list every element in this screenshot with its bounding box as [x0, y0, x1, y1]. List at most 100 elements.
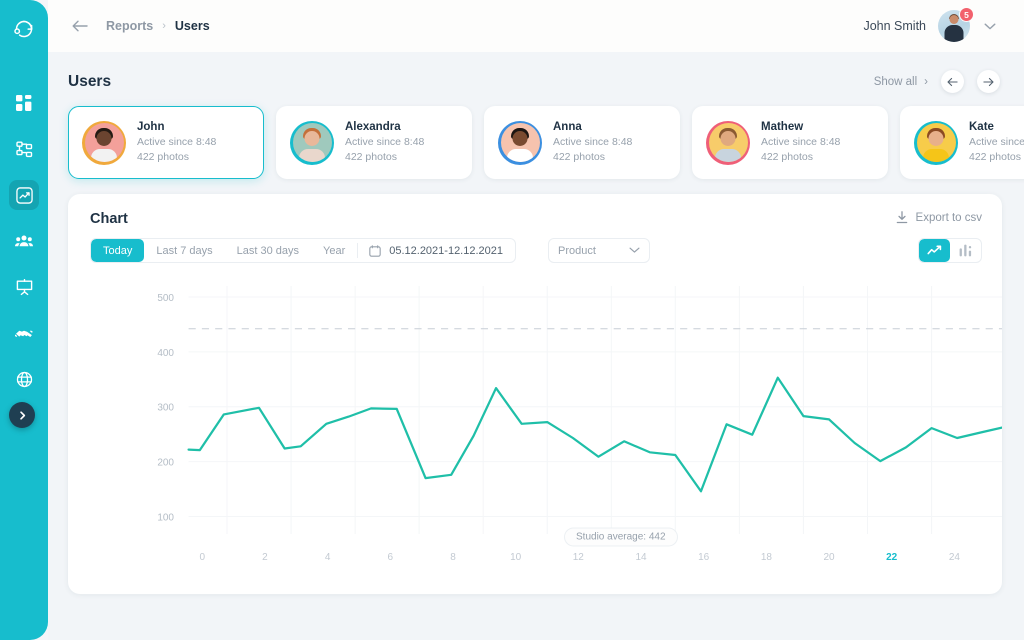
- avatar-body: [715, 149, 741, 162]
- chart-title: Chart: [90, 211, 128, 227]
- sidebar-item-presentation[interactable]: [9, 272, 39, 302]
- x-axis-tick-label: 16: [698, 552, 710, 563]
- main-column: Reports › Users John Smith 5: [48, 0, 1024, 640]
- sidebar-item-users[interactable]: [9, 226, 39, 256]
- avatar-body: [507, 149, 533, 162]
- refresh-circle-logo[interactable]: [7, 12, 41, 46]
- chart-panel: Chart Export to csv Today Last 7 days La…: [68, 194, 1002, 594]
- back-button[interactable]: [70, 16, 90, 36]
- date-range-picker[interactable]: 05.12.2021-12.12.2021: [358, 239, 515, 262]
- user-card-active-since: Active since 8:48: [137, 135, 216, 150]
- avatar[interactable]: 5: [938, 10, 970, 42]
- avatar-head: [97, 131, 112, 146]
- avatar-head: [950, 15, 959, 24]
- user-card-photos: 422 photos: [553, 150, 632, 165]
- show-all-chevron-icon: ›: [924, 76, 928, 88]
- range-option-today[interactable]: Today: [91, 239, 144, 262]
- user-card-photos: 422 photos: [761, 150, 840, 165]
- sidebar-item-partners[interactable]: [9, 318, 39, 348]
- user-menu-button[interactable]: [982, 18, 998, 34]
- user-card-active-since: Active since 8:48: [345, 135, 424, 150]
- bar-chart-toggle[interactable]: [950, 239, 981, 262]
- sidebar-item-globe[interactable]: [9, 364, 39, 394]
- product-select[interactable]: Product: [548, 238, 650, 263]
- page-title: Users: [68, 73, 111, 91]
- user-cards-carousel: JohnActive since 8:48422 photosAlexandra…: [68, 106, 1002, 179]
- breadcrumb-current: Users: [175, 19, 210, 33]
- arrow-left-icon: [947, 77, 958, 87]
- users-section-header: Users Show all ›: [68, 52, 1002, 93]
- export-csv-button[interactable]: Export to csv: [896, 211, 982, 224]
- users-header-controls: Show all ›: [874, 70, 1000, 93]
- carousel-next-button[interactable]: [977, 70, 1000, 93]
- user-card-active-since: Active since 8:48: [553, 135, 632, 150]
- avatar-image: [709, 123, 748, 162]
- range-option-last-7-days[interactable]: Last 7 days: [144, 239, 224, 262]
- user-card[interactable]: KateActive since 8:48422 photos: [900, 106, 1024, 179]
- user-card[interactable]: AnnaActive since 8:48422 photos: [484, 106, 680, 179]
- x-axis-tick-label: 8: [450, 552, 456, 563]
- user-card-avatar: [82, 121, 126, 165]
- sidebar-nav: [0, 88, 48, 394]
- sidebar: [0, 0, 48, 640]
- sidebar-item-flowchart[interactable]: [9, 134, 39, 164]
- user-card-photos: 422 photos: [137, 150, 216, 165]
- sidebar-collapse-button[interactable]: [9, 402, 35, 428]
- x-axis-tick-label: 18: [761, 552, 773, 563]
- sidebar-item-analytics[interactable]: [9, 180, 39, 210]
- arrow-right-icon: [983, 77, 994, 87]
- topbar: Reports › Users John Smith 5: [48, 0, 1024, 52]
- range-option-last-30-days[interactable]: Last 30 days: [225, 239, 311, 262]
- avatar-head: [721, 131, 736, 146]
- chevron-right-icon: [17, 410, 28, 421]
- avatar-image: [293, 123, 332, 162]
- user-card-active-since: Active since 8:48: [969, 135, 1024, 150]
- show-all-link[interactable]: Show all ›: [874, 76, 928, 88]
- globe-icon: [16, 371, 33, 388]
- avatar-image: [917, 123, 956, 162]
- user-card-text: KateActive since 8:48422 photos: [969, 120, 1024, 165]
- range-option-year[interactable]: Year: [311, 239, 357, 262]
- line-chart-toggle[interactable]: [919, 239, 950, 262]
- y-axis-tick-label: 400: [157, 348, 174, 359]
- avatar-body: [945, 25, 964, 42]
- download-icon: [896, 211, 908, 224]
- avatar-body: [923, 149, 949, 162]
- line-chart-icon: [927, 245, 942, 257]
- show-all-label: Show all: [874, 76, 917, 88]
- chevron-down-icon: [629, 245, 640, 257]
- user-card-active-since: Active since 8:48: [761, 135, 840, 150]
- x-axis-tick-label: 10: [510, 552, 522, 563]
- user-card-text: MathewActive since 8:48422 photos: [761, 120, 840, 165]
- sidebar-item-dashboard[interactable]: [9, 88, 39, 118]
- export-csv-label: Export to csv: [916, 212, 982, 224]
- user-card-text: JohnActive since 8:48422 photos: [137, 120, 216, 165]
- avatar-image: [85, 123, 124, 162]
- arrow-left-icon: [72, 19, 88, 33]
- avatar-image: [501, 123, 540, 162]
- x-axis-tick-label: 14: [635, 552, 647, 563]
- topbar-user-area: John Smith 5: [863, 10, 998, 42]
- chart-labels-svg: 500400300200100024681012141618202224: [68, 280, 1002, 594]
- app-root: Reports › Users John Smith 5: [0, 0, 1024, 640]
- user-card[interactable]: JohnActive since 8:48422 photos: [68, 106, 264, 179]
- flowchart-icon: [16, 141, 33, 158]
- avatar-body: [91, 149, 117, 162]
- handshake-icon: [15, 326, 33, 341]
- avatar-head: [305, 131, 320, 146]
- user-card-name: John: [137, 120, 216, 135]
- user-card[interactable]: MathewActive since 8:48422 photos: [692, 106, 888, 179]
- notification-badge[interactable]: 5: [959, 7, 974, 22]
- user-card[interactable]: AlexandraActive since 8:48422 photos: [276, 106, 472, 179]
- user-card-photos: 422 photos: [969, 150, 1024, 165]
- avatar-head: [929, 131, 944, 146]
- x-axis-tick-label: 0: [200, 552, 206, 563]
- carousel-prev-button[interactable]: [941, 70, 964, 93]
- breadcrumb-separator: ›: [162, 20, 166, 32]
- users-group-icon: [15, 233, 33, 249]
- x-axis-tick-label: 22: [886, 552, 898, 563]
- studio-average-annotation: Studio average: 442: [565, 529, 677, 546]
- user-card-avatar: [914, 121, 958, 165]
- calendar-icon: [369, 245, 381, 257]
- breadcrumb-parent[interactable]: Reports: [106, 19, 153, 33]
